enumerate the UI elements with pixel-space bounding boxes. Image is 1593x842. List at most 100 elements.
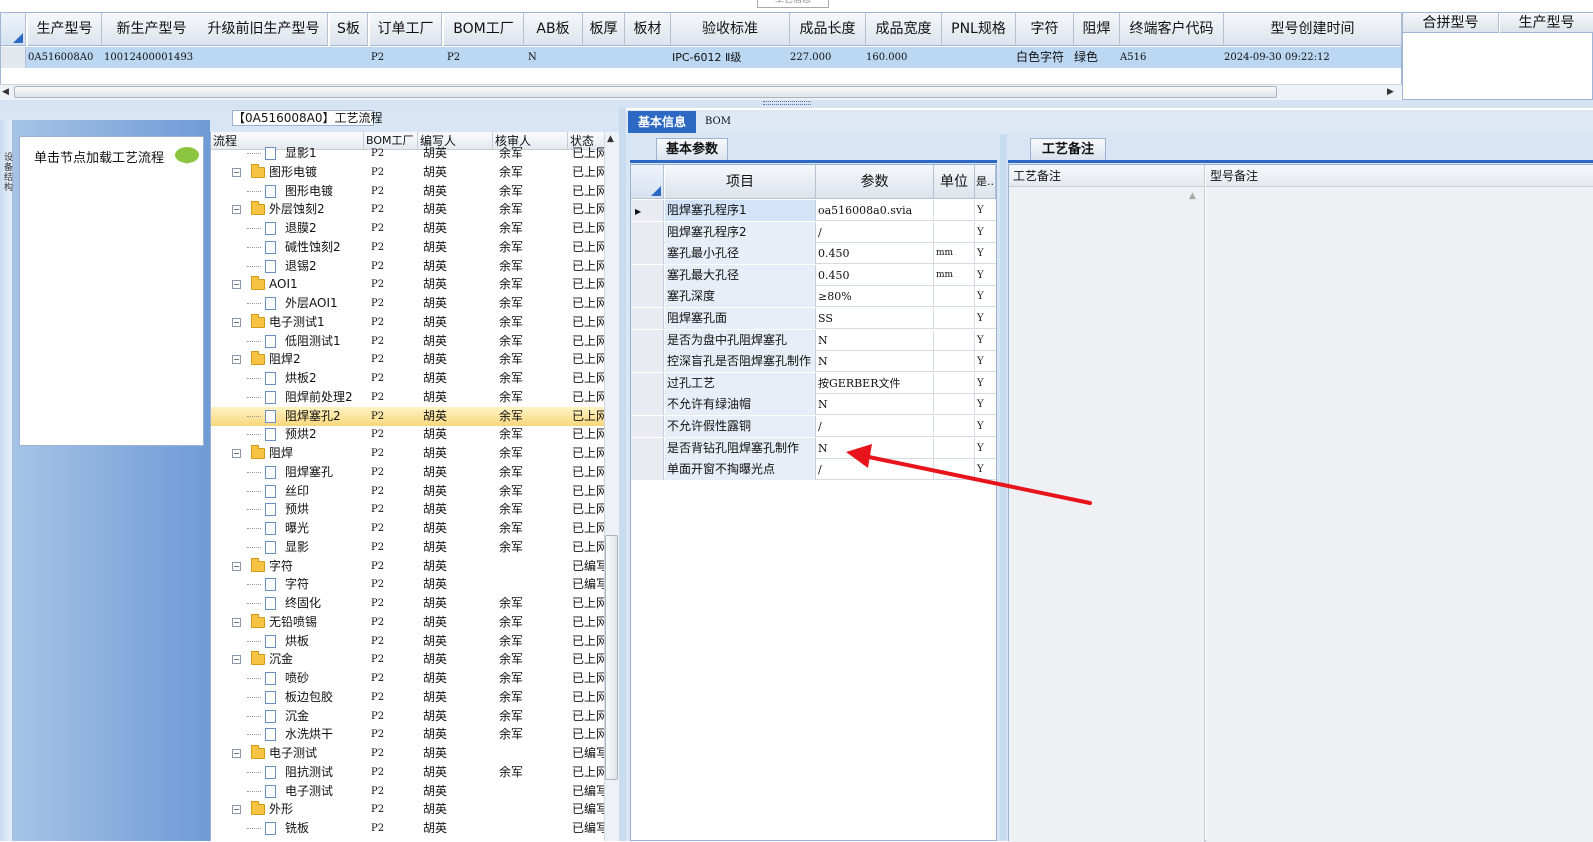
column-header[interactable]: 生产型号 — [28, 13, 102, 46]
column-header[interactable]: 型号创建时间 — [1224, 13, 1402, 46]
param-value[interactable]: ≥80% — [816, 286, 934, 308]
collapse-icon[interactable]: − — [232, 449, 241, 458]
tree-group-row[interactable]: − 无铅喷锡 P2 胡英 余军 已上网 — [211, 613, 606, 632]
horizontal-splitter[interactable] — [0, 100, 1593, 108]
scroll-left-icon[interactable]: ◀ — [2, 87, 9, 97]
tree-item-row[interactable]: 终固化 P2 胡英 余军 已上网 — [211, 594, 606, 613]
param-flag[interactable]: Y — [975, 394, 996, 415]
tree-item-row[interactable]: 阻焊塞孔 P2 胡英 余军 已上网 — [211, 463, 606, 482]
tree-item-row[interactable]: 烘板 P2 胡英 余军 已上网 — [211, 632, 606, 651]
param-flag[interactable]: Y — [975, 200, 996, 221]
collapse-icon[interactable]: − — [232, 617, 241, 627]
collapse-icon[interactable]: − — [232, 655, 241, 665]
param-row[interactable]: 不允许有绿油帽 N Y — [631, 394, 996, 416]
tree-item-row[interactable]: 显影1 P2 胡英 余军 已上网 — [211, 144, 606, 163]
column-header[interactable]: 成品长度 — [790, 13, 866, 46]
subtab-process-remarks[interactable]: 工艺备注 — [1030, 138, 1106, 160]
vertical-splitter[interactable] — [619, 108, 626, 841]
tree-group-row[interactable]: − 沉金 P2 胡英 余军 已上网 — [211, 650, 606, 669]
column-header[interactable]: 升级前旧生产型号 — [200, 13, 328, 46]
tree-item-row[interactable]: 碱性蚀刻2 P2 胡英 余军 已上网 — [211, 238, 606, 257]
tree-group-row[interactable]: − 电子测试 P2 胡英 已编写 — [211, 744, 606, 763]
tree-item-row[interactable]: 图形电镀 P2 胡英 余军 已上网 — [211, 182, 606, 201]
tree-item-row[interactable]: 预烘 P2 胡英 余军 已上网 — [211, 500, 606, 519]
tree-item-row[interactable]: 铣板 P2 胡英 已编写 — [211, 819, 606, 838]
scroll-up-icon[interactable]: ▲ — [607, 134, 614, 144]
param-flag[interactable]: Y — [975, 308, 996, 329]
collapse-icon[interactable]: − — [232, 167, 241, 177]
tree-item-row[interactable]: 沉金 P2 胡英 余军 已上网 — [211, 707, 606, 726]
param-value[interactable]: / — [816, 416, 934, 437]
param-row[interactable]: 塞孔最小孔径 0.450 mm Y — [631, 243, 996, 265]
param-flag[interactable]: Y — [975, 351, 996, 372]
tree-item-row[interactable]: 板边包胶 P2 胡英 余军 已上网 — [211, 688, 606, 707]
param-row[interactable]: ▶ 阻焊塞孔程序1 oa516008a0.svia Y — [631, 200, 996, 221]
column-header[interactable]: 验收标准 — [671, 13, 790, 46]
param-value[interactable]: 0.450 — [816, 243, 934, 265]
column-header[interactable]: 板材 — [625, 13, 671, 46]
tree-item-row[interactable]: 预烘2 P2 胡英 余军 已上网 — [211, 425, 606, 444]
param-value[interactable]: N — [816, 437, 934, 459]
column-header[interactable]: PNL规格 — [942, 13, 1016, 46]
param-value[interactable]: N — [816, 351, 934, 373]
sidebar-tab[interactable]: 设备结构 — [0, 120, 13, 841]
param-row[interactable]: 是否为盘中孔阻焊塞孔 N Y — [631, 329, 996, 351]
param-row[interactable]: 过孔工艺 按GERBER文件 Y — [631, 372, 996, 394]
param-flag[interactable]: Y — [975, 330, 996, 351]
column-header[interactable]: 订单工厂 — [370, 13, 442, 46]
tree-group-row[interactable]: − 字符 P2 胡英 已编写 — [211, 557, 606, 576]
tree-group-row[interactable]: − 阻焊 P2 胡英 余军 已上网 — [211, 444, 606, 463]
param-row[interactable]: 塞孔最大孔径 0.450 mm Y — [631, 264, 996, 286]
top-info-tab[interactable]: 工艺信息 — [757, 0, 829, 8]
tree-item-row[interactable]: 喷砂 P2 胡英 余军 已上网 — [211, 669, 606, 688]
subtab-basic-params[interactable]: 基本参数 — [656, 138, 728, 160]
param-flag[interactable]: Y — [975, 373, 996, 394]
column-header[interactable]: AB板 — [524, 13, 583, 46]
param-flag[interactable]: Y — [975, 459, 996, 480]
param-value[interactable]: SS — [816, 308, 934, 329]
tree-group-row[interactable]: − 外层蚀刻2 P2 胡英 余军 已上网 — [211, 200, 606, 219]
param-value[interactable]: N — [816, 394, 934, 416]
scroll-up-icon[interactable]: ▲ — [1189, 191, 1196, 201]
column-header[interactable]: S板 — [330, 13, 368, 46]
param-row[interactable]: 不允许假性露铜 / Y — [631, 416, 996, 437]
collapse-icon[interactable]: − — [232, 805, 241, 815]
param-value[interactable]: / — [816, 459, 934, 481]
param-flag[interactable]: Y — [975, 438, 996, 459]
param-flag[interactable]: Y — [975, 243, 996, 264]
param-value[interactable]: N — [816, 329, 934, 351]
tree-item-row[interactable]: 低阻测试1 P2 胡英 余军 已上网 — [211, 332, 606, 351]
tree-group-row[interactable]: − 阻焊2 P2 胡英 余军 已上网 — [211, 350, 606, 369]
collapse-icon[interactable]: − — [232, 749, 241, 758]
param-flag[interactable]: Y — [975, 286, 996, 307]
tree-item-row[interactable]: 水洗烘干 P2 胡英 余军 已上网 — [211, 725, 606, 744]
tree-item-row[interactable]: 阻焊前处理2 P2 胡英 余军 已上网 — [211, 388, 606, 407]
tree-item-row[interactable]: 烘板2 P2 胡英 余军 已上网 — [211, 369, 606, 388]
column-header[interactable]: 板厚 — [583, 13, 625, 46]
column-header[interactable]: 阻焊 — [1074, 13, 1120, 46]
tree-scroll-thumb[interactable] — [605, 535, 618, 780]
param-value[interactable]: oa516008a0.svia — [816, 200, 934, 221]
param-row[interactable]: 阻焊塞孔面 SS Y — [631, 308, 996, 329]
column-header[interactable]: BOM工厂 — [444, 13, 524, 46]
param-flag[interactable]: Y — [975, 222, 996, 243]
param-flag[interactable]: Y — [975, 416, 996, 437]
collapse-icon[interactable]: − — [232, 561, 241, 571]
param-row[interactable]: 塞孔深度 ≥80% Y — [631, 286, 996, 308]
tab-basic-info[interactable]: 基本信息 — [628, 111, 696, 133]
param-value[interactable]: 按GERBER文件 — [816, 372, 934, 394]
tree-item-row[interactable]: 外层AOI1 P2 胡英 余军 已上网 — [211, 294, 606, 313]
param-value[interactable]: / — [816, 221, 934, 243]
tree-group-row[interactable]: − 外形 P2 胡英 已编写 — [211, 800, 606, 819]
tree-item-row[interactable]: 显影 P2 胡英 余军 已上网 — [211, 538, 606, 557]
tree-group-row[interactable]: − 图形电镀 P2 胡英 余军 已上网 — [211, 163, 606, 182]
model-remark-area[interactable] — [1206, 187, 1593, 842]
tree-item-row[interactable]: 退膜2 P2 胡英 余军 已上网 — [211, 219, 606, 238]
param-row[interactable]: 阻焊塞孔程序2/ Y — [631, 221, 996, 243]
param-flag[interactable]: Y — [975, 265, 996, 286]
param-row[interactable]: 控深盲孔是否阻焊塞孔制作 N Y — [631, 351, 996, 373]
tree-item-row[interactable]: 阻抗测试 P2 胡英 余军 已上网 — [211, 763, 606, 782]
tab-bom[interactable]: BOM — [698, 111, 738, 133]
horizontal-scroll-thumb[interactable] — [14, 86, 1277, 98]
table-row[interactable]: 0A516008A0 10012400001493 P2 P2 N IPC-60… — [1, 47, 1401, 68]
